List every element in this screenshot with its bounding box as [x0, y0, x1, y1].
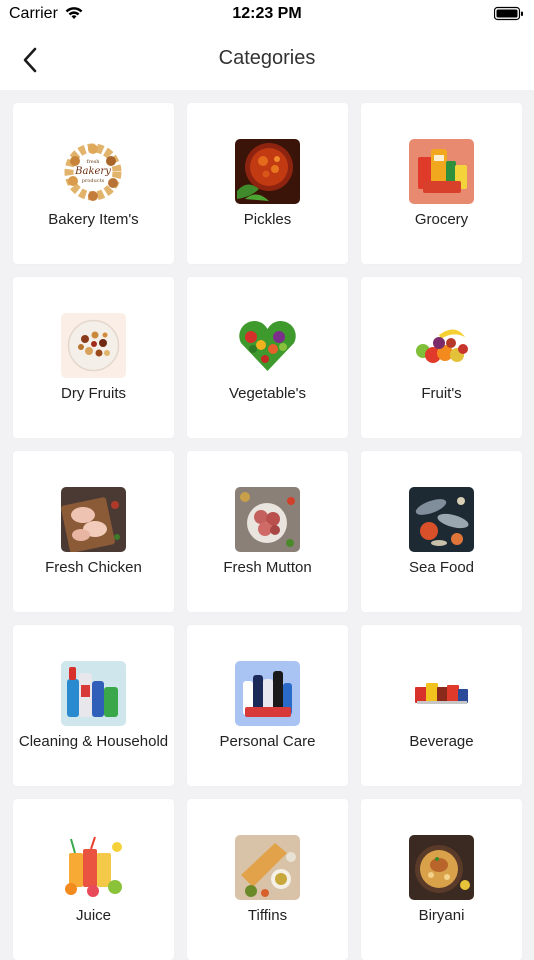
dry-fruits-icon	[61, 313, 126, 378]
clock: 12:23 PM	[232, 5, 302, 22]
category-card-vegetables[interactable]: Vegetable's	[187, 277, 348, 438]
category-label: Fresh Mutton	[223, 559, 312, 576]
category-card-grocery[interactable]: Grocery	[361, 103, 522, 264]
battery-icon	[493, 6, 524, 27]
category-card-sea-food[interactable]: Sea Food	[361, 451, 522, 612]
beverage-icon	[409, 661, 474, 726]
category-label: Pickles	[243, 211, 292, 228]
pickles-icon	[235, 139, 300, 204]
vegetables-icon	[235, 313, 300, 378]
category-label: Bakery Item's	[48, 211, 139, 228]
category-label: Tiffins	[247, 907, 288, 924]
category-card-personal-care[interactable]: Personal Care	[187, 625, 348, 786]
category-label: Personal Care	[219, 733, 316, 750]
chicken-icon	[61, 487, 126, 552]
category-label: Juice	[75, 907, 112, 924]
mutton-icon	[235, 487, 300, 552]
tiffins-icon	[235, 835, 300, 900]
category-card-tiffins[interactable]: Tiffins	[187, 799, 348, 960]
category-label: Beverage	[409, 733, 474, 750]
category-label: Dry Fruits	[61, 385, 126, 402]
category-card-pickles[interactable]: Pickles	[187, 103, 348, 264]
category-card-biryani[interactable]: Biryani	[361, 799, 522, 960]
category-label: Sea Food	[408, 559, 475, 576]
category-label: Vegetable's	[228, 385, 307, 402]
category-card-fruits[interactable]: Fruit's	[361, 277, 522, 438]
category-card-bakery[interactable]: fresh Bakery products Bakery Item's	[13, 103, 174, 264]
biryani-icon	[409, 835, 474, 900]
category-label: Grocery	[414, 211, 469, 228]
svg-text:products: products	[82, 178, 105, 184]
bakery-icon: fresh Bakery products	[61, 139, 126, 204]
category-label: Biryani	[418, 907, 465, 924]
category-label: Cleaning & Household	[18, 733, 169, 750]
nav-bar: Categories	[0, 30, 534, 90]
category-card-juice[interactable]: Juice	[13, 799, 174, 960]
category-card-fresh-chicken[interactable]: Fresh Chicken	[13, 451, 174, 612]
svg-text:Bakery: Bakery	[74, 166, 111, 177]
category-label: Fresh Chicken	[45, 559, 142, 576]
category-card-beverage[interactable]: Beverage	[361, 625, 522, 786]
seafood-icon	[409, 487, 474, 552]
grocery-icon	[409, 139, 474, 204]
status-bar: Carrier 12:23 PM	[0, 0, 534, 30]
fruits-icon	[409, 313, 474, 378]
juice-icon	[61, 835, 126, 900]
category-label: Fruit's	[421, 385, 462, 402]
category-grid: fresh Bakery products Bakery Item's Pick…	[13, 103, 522, 960]
personal-care-icon	[235, 661, 300, 726]
cleaning-icon	[61, 661, 126, 726]
svg-text:fresh: fresh	[87, 159, 101, 165]
category-card-fresh-mutton[interactable]: Fresh Mutton	[187, 451, 348, 612]
category-card-cleaning-household[interactable]: Cleaning & Household	[13, 625, 174, 786]
page-title: Categories	[218, 47, 316, 69]
category-card-dry-fruits[interactable]: Dry Fruits	[13, 277, 174, 438]
